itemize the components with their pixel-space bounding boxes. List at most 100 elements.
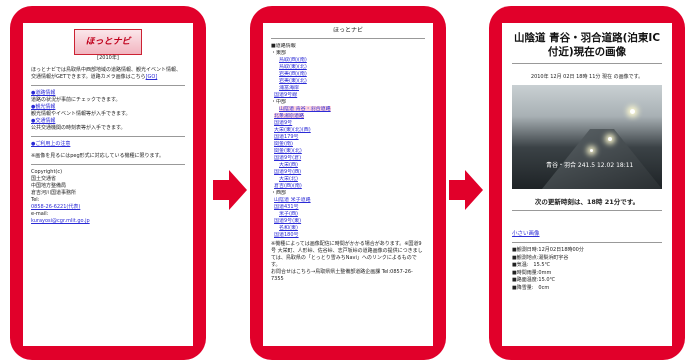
camera-link[interactable]: 国道9号(倉) — [274, 155, 301, 161]
intro-text: ほっとナビでは鳥取県中西部地域の道路情報、観光イベント情報、交通情報がGETでき… — [31, 67, 182, 80]
camera-link[interactable]: 岩美(東)(北) — [279, 78, 307, 84]
camera-link[interactable]: 倉吉(西)(南) — [274, 183, 302, 189]
camera-title: 山陰道 青谷・羽合道路(泊東IC付近)現在の画像 — [513, 32, 661, 58]
next-update-text: 次の更新時刻は、18時 21分です。 — [534, 198, 640, 206]
list-item: 北条湯原道路 — [271, 113, 425, 120]
camera-link[interactable]: 国道9号線 — [274, 92, 297, 98]
list-item: 米子(西) — [271, 211, 425, 218]
list-item: 国道180号 — [271, 232, 425, 239]
phone-frame-2: ほっとナビ ■道路情報 ・東部 鳥取(西)(南) 鳥取(東)(北) 岩美(西)(南) 岩美… — [250, 6, 446, 360]
divider — [512, 63, 662, 64]
list-item: 国道179号 — [271, 134, 425, 141]
camera-link[interactable]: 関金(南) — [274, 141, 293, 147]
org-line-1: 国土交通省 — [31, 176, 57, 182]
camera-link[interactable]: 鳥取(西)(南) — [279, 57, 307, 63]
contact-text: お問合せはこちら→鳥取県県土整備部道路企画課 Tel:0857-26-7355 — [271, 269, 413, 282]
list-item: 関金(南) — [271, 141, 425, 148]
menu-item-desc: 公共交通機関の時刻表等が入手できます。 — [31, 125, 126, 131]
menu-item-link[interactable]: ●交通情報 — [31, 118, 185, 125]
list-item: 山陰道 青谷・羽合道路 — [271, 106, 425, 113]
list-item: 大栄(西) — [271, 162, 425, 169]
road-camera-image: 青谷・羽合 241.5 12.02 18:11 — [512, 85, 662, 189]
note-text: ※画像を見るにはpeg形式に対応している機種に限ります。 — [31, 153, 164, 159]
weather-info-row: ■時間雨量:0mm — [512, 269, 552, 276]
road-info-screen: ほっとナビ ■道路情報 ・東部 鳥取(西)(南) 鳥取(東)(北) 岩美(西)(南) 岩美… — [263, 23, 433, 346]
email-link[interactable]: kurayosi@cgr.mlit.go.jp — [31, 218, 185, 225]
list-item: 国道9号線 — [271, 92, 425, 99]
region-heading: ・東部 — [271, 50, 287, 56]
divider — [271, 38, 425, 39]
page-date: [2010年] — [97, 55, 119, 61]
camera-link[interactable]: 国道9号 — [274, 120, 292, 126]
region-heading: ・西部 — [271, 190, 287, 196]
list-item: ・西部 — [271, 190, 425, 197]
camera-link[interactable]: 北条湯原道路 — [274, 113, 305, 119]
phone-frame-3: 山陰道 青谷・羽合道路(泊東IC付近)現在の画像 2010年 12月 02日 1… — [489, 6, 685, 360]
top-page-screen: ほっとナビ [2010年] ほっとナビでは鳥取県中西部地域の道路情報、観光イベン… — [23, 23, 193, 346]
camera-link[interactable]: 米子(西) — [279, 211, 298, 217]
list-item: 倉吉(西)(南) — [271, 183, 425, 190]
list-item: 名和(東) — [271, 225, 425, 232]
arrow-right-icon — [449, 170, 483, 210]
camera-link[interactable]: 浦富海岸 — [279, 85, 299, 91]
menu-item-link[interactable]: ●道路情報 — [31, 90, 185, 97]
weather-info-row: ■気温: 15.5℃ — [512, 262, 551, 268]
camera-link[interactable]: 国道179号 — [274, 134, 299, 140]
camera-link[interactable]: 国道431号 — [274, 204, 299, 210]
divider — [31, 85, 185, 86]
tel-link[interactable]: 0858-26-6221(代表) — [31, 204, 185, 211]
menu-list: ●道路情報 道路の状況が事前にチェックできます。 ●観光情報 観光情報やイベント情報等… — [31, 90, 185, 132]
list-item: 国道9号(倉) — [271, 155, 425, 162]
phone-frame-1: ほっとナビ [2010年] ほっとナビでは鳥取県中西部地域の道路情報、観光イベン… — [10, 6, 206, 360]
list-item: 鳥取(東)(北) — [271, 64, 425, 71]
list-item: 岩美(西)(南) — [271, 71, 425, 78]
weather-info-row: ■降雪量: 0cm — [512, 284, 550, 291]
camera-link[interactable]: 国道9号(東) — [274, 218, 301, 224]
list-item: 国道9号(東) — [271, 218, 425, 225]
camera-go-link[interactable]: [GO] — [146, 74, 158, 80]
divider — [512, 242, 662, 243]
tel-label: Tel: — [31, 197, 40, 203]
weather-info-row: ■観測日時:12月02日18時00分 — [512, 247, 584, 253]
org-line-2: 中国地方整備局 — [31, 183, 67, 189]
camera-link[interactable]: 関金(東)(北) — [274, 148, 302, 154]
org-line-3: 倉吉河川国道事務所 — [31, 190, 77, 196]
camera-link[interactable]: 大栄(東)(北)(西) — [274, 127, 311, 133]
small-image-link[interactable]: 小さい画像 — [512, 231, 662, 238]
camera-link[interactable]: 岩美(西)(南) — [279, 71, 307, 77]
intro-block: ほっとナビでは鳥取県中西部地域の道路情報、観光イベント情報、交通情報がGETでき… — [31, 67, 185, 81]
camera-link[interactable]: 国道9号(西) — [274, 169, 301, 175]
camera-link[interactable]: 山陰道 青谷・羽合道路 — [279, 106, 331, 112]
menu-item-desc: 観光情報やイベント情報等が入手できます。 — [31, 111, 131, 117]
email-label: e-mail: — [31, 211, 49, 217]
list-item: ・中部 — [271, 99, 425, 106]
hotnavi-logo: ほっとナビ — [74, 29, 142, 55]
usage-notice-link[interactable]: ●ご利用上の注意 — [31, 141, 185, 148]
list-item: 国道9号 — [271, 120, 425, 127]
road-shape — [542, 129, 662, 189]
camera-link[interactable]: 名和(東) — [279, 225, 298, 231]
arrow-right-icon — [213, 170, 247, 210]
list-item: 浦富海岸 — [271, 85, 425, 92]
region-heading: ■道路情報 — [271, 43, 296, 49]
page-title: ほっとナビ — [332, 27, 363, 34]
camera-link[interactable]: 大栄(北) — [279, 176, 298, 182]
list-item: 山陰道 米子道路 — [271, 197, 425, 204]
camera-image-screen: 山陰道 青谷・羽合道路(泊東IC付近)現在の画像 2010年 12月 02日 1… — [502, 23, 672, 346]
camera-link[interactable]: 大栄(西) — [279, 162, 298, 168]
list-item: 関金(東)(北) — [271, 148, 425, 155]
divider — [512, 210, 662, 211]
list-item: 大栄(北) — [271, 176, 425, 183]
camera-overlay-text: 青谷・羽合 241.5 12.02 18:11 — [546, 162, 634, 169]
list-item: 国道431号 — [271, 204, 425, 211]
list-item: 鳥取(西)(南) — [271, 57, 425, 64]
divider — [31, 164, 185, 165]
camera-link[interactable]: 鳥取(東)(北) — [279, 64, 307, 70]
copyright-label: Copyright(c) — [31, 169, 63, 175]
list-item: ■道路情報 — [271, 43, 425, 50]
weather-info-row: ■路面温度:15.0℃ — [512, 277, 556, 283]
weather-info: ■観測日時:12月02日18時00分 ■観測地点:湯梨浜町宇谷 ■気温: 15.5℃… — [512, 247, 662, 292]
camera-link[interactable]: 国道180号 — [274, 232, 299, 238]
camera-link[interactable]: 山陰道 米子道路 — [274, 197, 311, 203]
menu-item-link[interactable]: ●観光情報 — [31, 104, 185, 111]
